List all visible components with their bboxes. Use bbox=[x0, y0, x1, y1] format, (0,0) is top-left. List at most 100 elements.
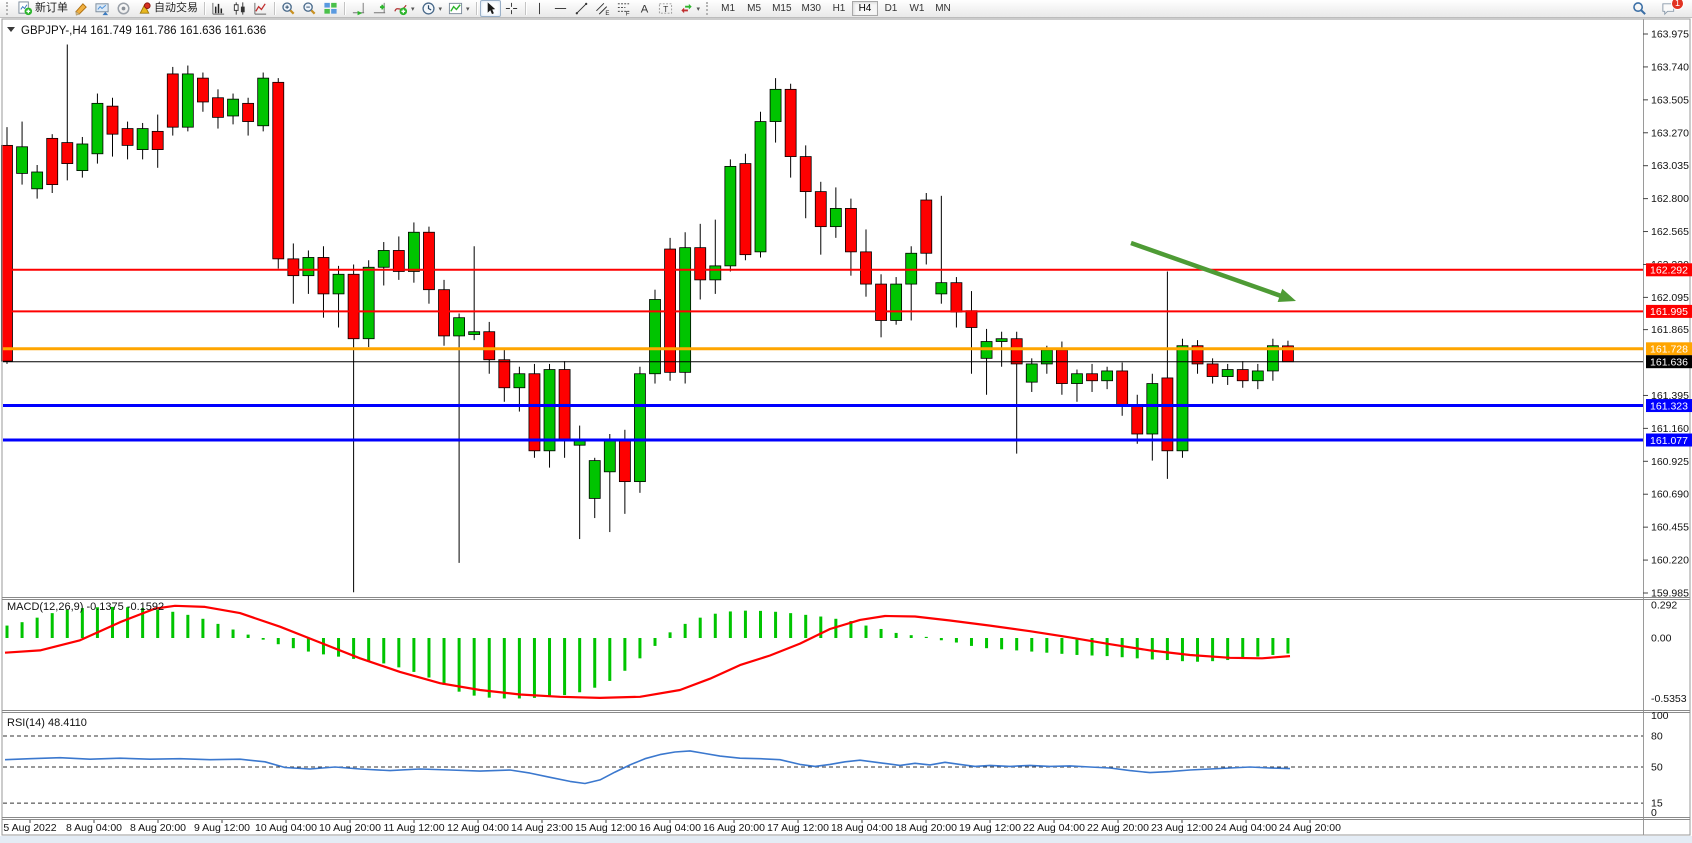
templates-button[interactable]: ▾ bbox=[445, 0, 473, 17]
price-tick-label: 163.035 bbox=[1651, 160, 1689, 172]
chart-shift-button[interactable] bbox=[369, 0, 390, 17]
date-label: 23 Aug 12:00 bbox=[1151, 822, 1213, 834]
candlestick bbox=[650, 290, 661, 384]
signal-button[interactable] bbox=[113, 0, 134, 17]
tile-windows-button[interactable] bbox=[320, 0, 341, 17]
timeframe-button-H1[interactable]: H1 bbox=[826, 1, 852, 16]
line-chart-button[interactable] bbox=[250, 0, 271, 17]
bar-chart-button[interactable] bbox=[208, 0, 229, 17]
signal-icon bbox=[116, 1, 131, 16]
candlestick bbox=[2, 127, 13, 364]
toolbar-separator bbox=[274, 2, 275, 15]
date-label: 8 Aug 04:00 bbox=[66, 822, 122, 834]
search-button[interactable] bbox=[1629, 0, 1650, 17]
candlestick bbox=[439, 280, 450, 346]
candlestick bbox=[891, 277, 902, 325]
auto-scroll-icon bbox=[351, 1, 366, 16]
zoom-in-button[interactable] bbox=[278, 0, 299, 17]
svg-text:E: E bbox=[605, 10, 609, 16]
svg-text:162.292: 162.292 bbox=[1650, 265, 1688, 277]
new-order-button-label: 新订单 bbox=[35, 1, 68, 16]
price-tag-161.995: 161.995 bbox=[1646, 305, 1692, 318]
zoom-in-icon bbox=[281, 1, 296, 16]
autotrade-button[interactable]: 自动交易 bbox=[134, 0, 201, 17]
candles-chart-icon bbox=[232, 1, 247, 16]
chart-canvas[interactable]: 163.975163.740163.505163.270163.035162.8… bbox=[0, 0, 1692, 843]
zoom-out-button[interactable] bbox=[299, 0, 320, 17]
price-tick-label: 161.160 bbox=[1651, 423, 1689, 435]
candlestick bbox=[182, 66, 193, 132]
date-label: 24 Aug 20:00 bbox=[1279, 822, 1341, 834]
shapes-button[interactable]: ▾ bbox=[676, 0, 704, 17]
price-tick-label: 160.455 bbox=[1651, 522, 1689, 534]
hline-button[interactable] bbox=[550, 0, 571, 17]
date-label: 17 Aug 12:00 bbox=[767, 822, 829, 834]
candlestick bbox=[665, 238, 676, 381]
dropdown-caret-icon[interactable]: ▾ bbox=[466, 5, 470, 13]
macd-tick-label: 0.292 bbox=[1651, 600, 1677, 612]
timeframe-button-W1[interactable]: W1 bbox=[904, 1, 930, 16]
cursor-button[interactable] bbox=[480, 0, 501, 17]
indicators-button[interactable]: ▾ bbox=[390, 0, 418, 17]
date-label: 18 Aug 20:00 bbox=[895, 822, 957, 834]
new-order-button[interactable]: 新订单 bbox=[15, 0, 71, 17]
trendline-button[interactable] bbox=[571, 0, 592, 17]
channel-button[interactable]: E bbox=[592, 0, 613, 17]
timeframe-button-D1[interactable]: D1 bbox=[878, 1, 904, 16]
new-order-icon bbox=[18, 1, 33, 16]
dropdown-caret-icon[interactable]: ▾ bbox=[697, 5, 701, 13]
date-label: 14 Aug 23:00 bbox=[511, 822, 573, 834]
label-icon: T bbox=[658, 1, 673, 16]
chat-button[interactable]: 1 bbox=[1658, 0, 1679, 17]
price-tick-label: 163.270 bbox=[1651, 127, 1689, 139]
rsi-tick-label: 100 bbox=[1651, 710, 1669, 722]
dropdown-caret-icon[interactable]: ▾ bbox=[439, 5, 443, 13]
timeframe-button-M30[interactable]: M30 bbox=[797, 1, 826, 16]
date-label: 16 Aug 20:00 bbox=[703, 822, 765, 834]
toolbar-separator bbox=[476, 2, 477, 15]
price-tag-162.292: 162.292 bbox=[1646, 263, 1692, 276]
timeframe-button-H4[interactable]: H4 bbox=[852, 1, 878, 16]
autotrade-button-label: 自动交易 bbox=[154, 1, 198, 16]
text-icon: A bbox=[637, 1, 652, 16]
crosshair-button[interactable] bbox=[501, 0, 522, 17]
crayon-button[interactable] bbox=[71, 0, 92, 17]
date-label: 9 Aug 12:00 bbox=[194, 822, 250, 834]
trading-platform-window: 新订单 自动交易 ▾ ▾ ▾ EFAT ▾ M1M5M15M30H1H4D1W1MN 1 163… bbox=[0, 0, 1692, 843]
timeframe-button-M15[interactable]: M15 bbox=[767, 1, 796, 16]
window-bottom-strip bbox=[0, 836, 1692, 843]
auto-scroll-button[interactable] bbox=[348, 0, 369, 17]
periods-button[interactable]: ▾ bbox=[418, 0, 446, 17]
crayon-icon bbox=[74, 1, 89, 16]
candle-chart-button[interactable] bbox=[229, 0, 250, 17]
date-label: 8 Aug 20:00 bbox=[130, 822, 186, 834]
toolbar-grip[interactable] bbox=[6, 2, 12, 15]
dropdown-caret-icon[interactable]: ▾ bbox=[411, 5, 415, 13]
text-button[interactable]: A bbox=[634, 0, 655, 17]
date-label: 10 Aug 20:00 bbox=[319, 822, 381, 834]
date-label: 11 Aug 12:00 bbox=[383, 822, 444, 834]
label-button[interactable]: T bbox=[655, 0, 676, 17]
search-icon bbox=[1632, 1, 1647, 16]
fibonacci-button[interactable]: F bbox=[613, 0, 634, 17]
vline-button[interactable] bbox=[529, 0, 550, 17]
candlestick bbox=[47, 134, 58, 193]
price-tick-label: 162.565 bbox=[1651, 226, 1689, 238]
candlestick bbox=[680, 232, 691, 383]
date-label: 18 Aug 04:00 bbox=[831, 822, 893, 834]
rsi-label: RSI(14) 48.4110 bbox=[7, 717, 87, 729]
macd-label: MACD(12,26,9) -0.1375 -0.1592 bbox=[7, 601, 164, 613]
toolbar-separator bbox=[204, 2, 205, 15]
template-icon bbox=[448, 1, 463, 16]
price-tag-161.728: 161.728 bbox=[1646, 342, 1692, 355]
bars-chart-icon bbox=[211, 1, 226, 16]
macd-tick-label: 0.00 bbox=[1651, 633, 1672, 645]
timeframe-button-M5[interactable]: M5 bbox=[741, 1, 767, 16]
publish-chart-button[interactable] bbox=[92, 0, 113, 17]
date-label: 24 Aug 04:00 bbox=[1215, 822, 1277, 834]
tile-windows-icon bbox=[323, 1, 338, 16]
toolbar-grip[interactable] bbox=[706, 2, 712, 15]
timeframe-button-M1[interactable]: M1 bbox=[715, 1, 741, 16]
notification-badge: 1 bbox=[1671, 0, 1684, 10]
timeframe-button-MN[interactable]: MN bbox=[930, 1, 956, 16]
